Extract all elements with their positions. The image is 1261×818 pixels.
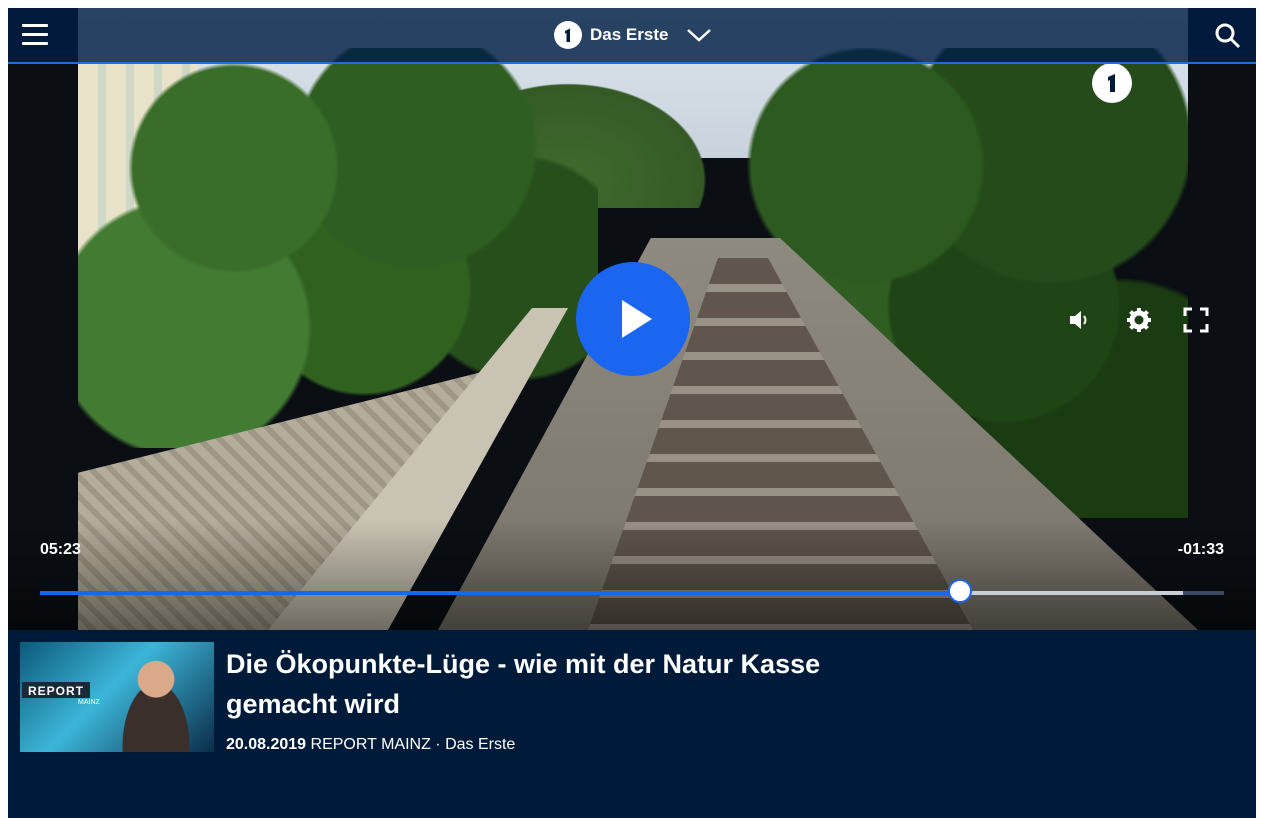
progress-played bbox=[40, 591, 960, 595]
time-elapsed: 05:23 bbox=[40, 541, 81, 558]
search-icon bbox=[1215, 23, 1241, 49]
video-thumbnail[interactable]: REPORT MAINZ bbox=[20, 642, 214, 752]
channel-selector[interactable]: Das Erste bbox=[554, 20, 712, 50]
video-shade bbox=[8, 520, 1256, 630]
video-title[interactable]: Die Ökopunkte-Lüge - wie mit der Natur K… bbox=[226, 644, 926, 724]
time-remaining: -01:33 bbox=[1177, 541, 1224, 558]
search-button[interactable] bbox=[1214, 22, 1242, 50]
thumbnail-sublabel: MAINZ bbox=[78, 699, 100, 706]
video-date: 20.08.2019 bbox=[226, 736, 307, 753]
volume-button[interactable] bbox=[1066, 306, 1094, 334]
top-bar: Das Erste bbox=[8, 8, 1256, 64]
play-icon bbox=[622, 300, 652, 338]
play-button[interactable] bbox=[576, 262, 690, 376]
gear-icon bbox=[1127, 308, 1151, 332]
fullscreen-button[interactable] bbox=[1182, 306, 1210, 334]
video-info-panel: REPORT MAINZ Die Ökopunkte-Lüge - wie mi… bbox=[8, 630, 1256, 818]
thumbnail-label: REPORT bbox=[22, 682, 91, 698]
channel-watermark-icon bbox=[1092, 63, 1132, 103]
channel-name: Das Erste bbox=[590, 25, 669, 44]
volume-icon bbox=[1070, 311, 1087, 329]
video-player[interactable]: 05:23 -01:33 bbox=[8, 8, 1256, 630]
video-program: REPORT MAINZ · Das Erste bbox=[310, 736, 516, 753]
chevron-down-icon bbox=[687, 29, 712, 42]
app-root: 05:23 -01:33 Das Erste REPORT MAINZ Die … bbox=[8, 8, 1256, 818]
progress-bar[interactable] bbox=[40, 579, 1224, 603]
progress-knob[interactable] bbox=[947, 579, 972, 603]
fullscreen-icon bbox=[1183, 307, 1209, 333]
video-meta: 20.08.2019 REPORT MAINZ · Das Erste bbox=[226, 736, 515, 754]
menu-button[interactable] bbox=[22, 24, 48, 46]
presenter-image bbox=[104, 648, 208, 752]
settings-button[interactable] bbox=[1125, 306, 1153, 334]
das-erste-logo-icon bbox=[1108, 74, 1115, 92]
hamburger-menu-icon bbox=[22, 24, 48, 27]
das-erste-logo-icon bbox=[554, 21, 582, 49]
